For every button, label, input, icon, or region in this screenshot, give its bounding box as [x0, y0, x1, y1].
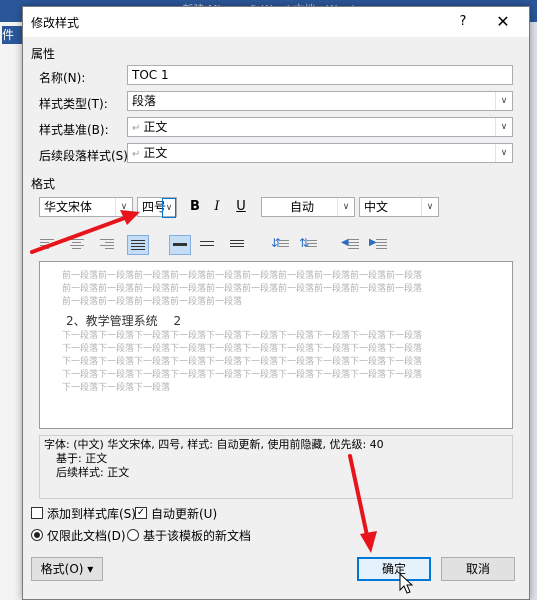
- arrow-to-ok-button: [348, 454, 377, 553]
- annotation-overlay: [30, 210, 414, 594]
- mouse-cursor-icon: [399, 572, 414, 594]
- arrow-to-font-size: [30, 210, 140, 254]
